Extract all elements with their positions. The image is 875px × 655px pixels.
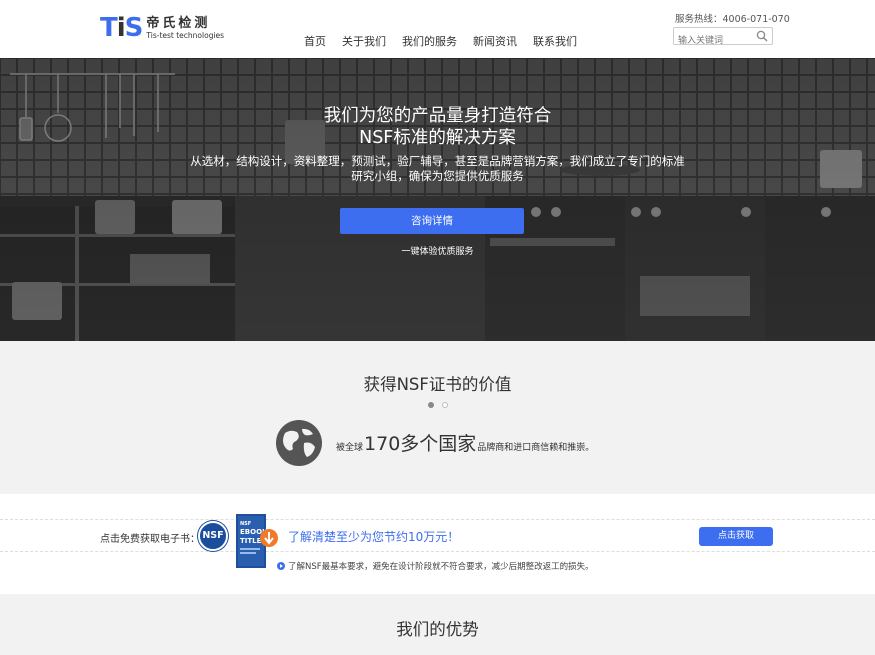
section-title-value: 获得NSF证书的价值 [363, 375, 512, 394]
search-box [673, 27, 773, 49]
ebook-promo-text: 了解清楚至少为您节约10万元！ [288, 530, 460, 544]
nav-services[interactable]: 我们的服务 [402, 33, 457, 49]
hero-title-line1: 我们为您的产品量身打造符合 [323, 106, 552, 126]
logo-chinese-name: 帝氏检测 [146, 15, 211, 31]
value-highlight: 170多个国家 [364, 433, 477, 455]
consult-details-button[interactable]: 咨询详情 [340, 208, 524, 234]
logo-letter-s: S [124, 13, 144, 43]
logo-english-name: Tis-test technologies [146, 30, 225, 40]
ebook-cover-text-top: NSF [240, 521, 251, 527]
nav-about[interactable]: 关于我们 [342, 33, 386, 49]
hero-banner: 我们为您的产品量身打造符合 NSF标准的解决方案 从选材，结构设计，资料整理，预… [0, 58, 875, 341]
nav-news[interactable]: 新闻资讯 [473, 33, 517, 49]
hero-title-line2: NSF标准的解决方案 [359, 128, 516, 148]
nav-home[interactable]: 首页 [304, 33, 326, 49]
ebook-bullet-text: 了解NSF最基本要求，避免在设计阶段就不符合要求，减少后期整改返工的损失。 [288, 562, 594, 572]
hero-subtitle-line2: 研究小组，确保为您提供优质服务 [351, 169, 524, 183]
kitchen-background-image [0, 58, 875, 341]
get-ebook-button[interactable]: 点击获取 [699, 527, 773, 546]
logo[interactable]: TiS 帝氏检测 Tis-test technologies [100, 13, 224, 43]
ebook-bullet: 了解NSF最基本要求，避免在设计阶段就不符合要求，减少后期整改返工的损失。 [277, 560, 594, 572]
carousel-dots [428, 402, 456, 408]
certificate-value-section: 获得NSF证书的价值 被全球 170多个国家 品牌商和进口商信赖和推崇。 [0, 341, 875, 494]
logo-text: 帝氏检测 Tis-test technologies [146, 16, 224, 41]
value-suffix: 品牌商和进口商信赖和推崇。 [477, 443, 595, 453]
search-input[interactable] [674, 33, 752, 49]
logo-mark: TiS [100, 13, 144, 43]
nav-contact[interactable]: 联系我们 [533, 33, 577, 49]
logo-letter-i: i [116, 13, 126, 43]
ebook-cover-icon[interactable]: NSF EBOOK TITLE [236, 512, 282, 572]
carousel-dot-2[interactable] [442, 402, 448, 408]
value-statement: 被全球 170多个国家 品牌商和进口商信赖和推崇。 [336, 429, 594, 456]
ebook-cover-text-bot: TITLE [240, 537, 262, 545]
play-icon [277, 562, 285, 570]
hotline: 服务热线：4006-071-070 [675, 14, 790, 25]
value-prefix: 被全球 [336, 443, 364, 453]
divider-bottom [0, 551, 875, 552]
logo-letter-t: T [100, 13, 118, 43]
ebook-section: 点击免费获取电子书： NSF NSF EBOOK TITLE 了解清楚至少为您节… [0, 494, 875, 594]
nsf-logo: NSF [198, 521, 228, 551]
divider-top [0, 519, 875, 520]
carousel-dot-1[interactable] [428, 402, 434, 408]
globe-icon [276, 420, 322, 466]
advantages-section: 我们的优势 [0, 594, 875, 655]
main-nav: 首页 关于我们 我们的服务 新闻资讯 联系我们 [304, 33, 593, 49]
search-icon[interactable] [756, 30, 768, 42]
hero-subtitle-line1: 从选材，结构设计，资料整理，预测试，验厂辅导，甚至是品牌营销方案，我们成立了专门… [190, 154, 685, 168]
ebook-label: 点击免费获取电子书： [100, 534, 200, 545]
hero-note: 一键体验优质服务 [401, 247, 474, 257]
section-title-advantages: 我们的优势 [396, 620, 479, 639]
header: TiS 帝氏检测 Tis-test technologies 首页 关于我们 我… [0, 0, 875, 58]
